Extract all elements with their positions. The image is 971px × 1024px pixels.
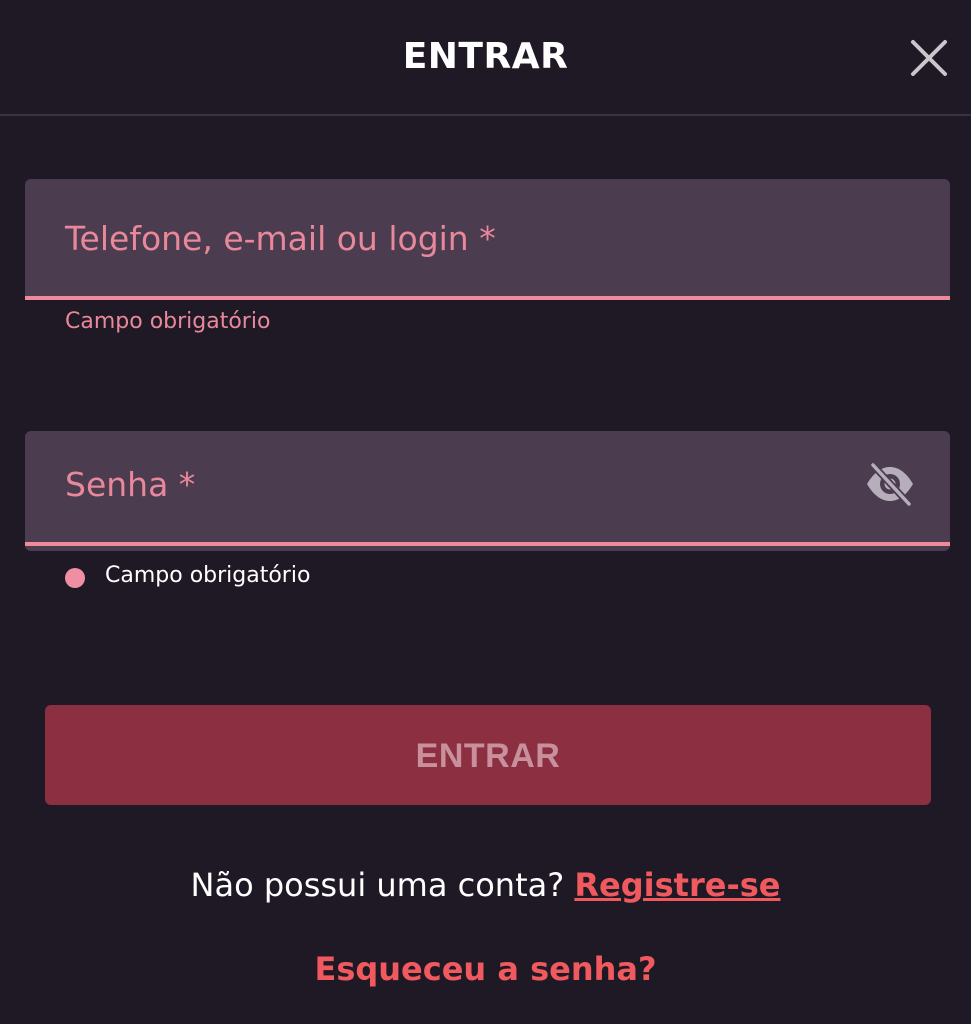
login-modal: ENTRAR Telefone, e-mail ou login * Campo… — [0, 0, 971, 1024]
register-prompt: Não possui uma conta? — [190, 866, 565, 904]
password-helper-text: Campo obrigatório — [105, 562, 311, 588]
forgot-password-link[interactable]: Esqueceu a senha? — [0, 950, 971, 988]
login-input[interactable]: Telefone, e-mail ou login * — [25, 179, 950, 300]
register-link[interactable]: Registre-se — [574, 866, 780, 904]
toggle-password-visibility-button[interactable] — [864, 461, 916, 508]
login-input-label: Telefone, e-mail ou login * — [65, 219, 496, 258]
bullet-dot-icon — [65, 568, 85, 588]
login-helper-text: Campo obrigatório — [65, 309, 271, 334]
password-helper: Campo obrigatório — [65, 562, 310, 588]
close-button[interactable] — [909, 38, 949, 78]
register-line: Não possui uma conta? Registre-se — [0, 866, 971, 904]
eye-off-icon — [867, 461, 913, 508]
password-input[interactable]: Senha * — [25, 431, 950, 546]
submit-button[interactable]: ENTRAR — [45, 705, 931, 805]
modal-header: ENTRAR — [0, 0, 971, 116]
close-icon — [911, 40, 947, 76]
password-input-label: Senha * — [65, 465, 196, 504]
page-title: ENTRAR — [402, 36, 569, 77]
